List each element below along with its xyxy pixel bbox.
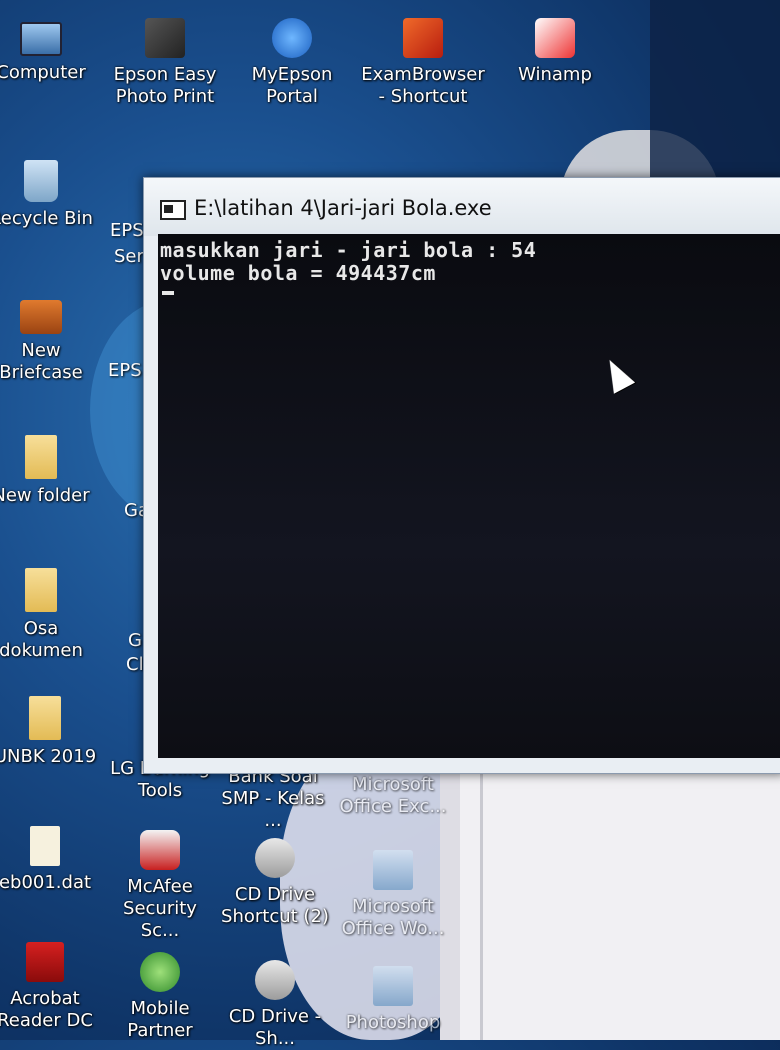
photoshop-icon	[373, 966, 413, 1006]
desktop-icon-computer[interactable]: Computer	[0, 22, 96, 84]
console-output-area[interactable]: masukkan jari - jari bola : 54 volume bo…	[158, 234, 780, 758]
desktop-icon-new-folder[interactable]: New folder	[0, 435, 96, 507]
desktop-icon-label: Winamp	[518, 64, 592, 85]
exambrowser-icon	[403, 18, 443, 58]
folder-icon	[25, 568, 57, 612]
epson-portal-icon	[272, 18, 312, 58]
desktop-icon-label: ExamBrowser - Shortcut	[361, 64, 485, 107]
folder-icon	[25, 435, 57, 479]
folder-icon	[29, 696, 61, 740]
desktop-icon-briefcase[interactable]: New Briefcase	[0, 300, 96, 384]
desktop-icon-office-word[interactable]: Microsoft Office Wo...	[338, 850, 448, 940]
desktop-icon-mobile-partner[interactable]: Mobile Partner	[105, 952, 215, 1042]
desktop-icon-label: CD Drive Shortcut (2)	[221, 884, 329, 927]
desktop-icon-label: Bank Soal SMP - Kelas ...	[221, 766, 325, 831]
desktop-icon-unbk-2019[interactable]: UNBK 2019	[0, 696, 100, 768]
window-titlebar[interactable]: E:\latihan 4\Jari-jari Bola.exe	[144, 178, 780, 236]
desktop-icon-label: Computer	[0, 62, 86, 83]
desktop-icon-recycle-bin[interactable]: Recycle Bin	[0, 160, 96, 230]
partial-icon-label: EPS	[108, 360, 142, 381]
file-icon	[30, 826, 60, 866]
background-window	[455, 760, 780, 1040]
desktop-icon-label: Mobile Partner	[127, 998, 193, 1041]
partial-icon-label: EPS	[110, 220, 144, 241]
desktop-icon-acrobat[interactable]: Acrobat Reader DC	[0, 942, 100, 1032]
console-app-icon[interactable]	[160, 200, 186, 220]
cd-drive-icon	[255, 838, 295, 878]
desktop-icon-label: UNBK 2019	[0, 746, 97, 767]
desktop-icon-myepson[interactable]: MyEpson Portal	[237, 18, 347, 108]
desktop-icon-label: New folder	[0, 485, 90, 506]
desktop-icon-label: MyEpson Portal	[251, 64, 333, 107]
acrobat-icon	[26, 942, 64, 982]
desktop-icon-cd-drive-shortcut[interactable]: CD Drive Shortcut (2)	[220, 838, 330, 928]
desktop-icon-osa-dokumen[interactable]: Osa dokumen	[0, 568, 96, 662]
desktop-icon-cd-drive[interactable]: CD Drive - Sh...	[220, 960, 330, 1050]
console-line-input: masukkan jari - jari bola : 54	[160, 238, 537, 262]
desktop-icon-label: Osa dokumen	[0, 618, 83, 661]
microsoft-office-icon	[373, 850, 413, 890]
console-window[interactable]: E:\latihan 4\Jari-jari Bola.exe masukkan…	[143, 177, 780, 774]
desktop-icon-epson-photo[interactable]: Epson Easy Photo Print	[110, 18, 220, 108]
desktop-icon-label: Recycle Bin	[0, 208, 93, 229]
desktop-icon-winamp[interactable]: Winamp	[500, 18, 610, 86]
epson-photo-icon	[145, 18, 185, 58]
desktop-icon-eb001[interactable]: eb001.dat	[0, 826, 100, 894]
mobile-partner-icon	[140, 952, 180, 992]
desktop-icon-exambrowser[interactable]: ExamBrowser - Shortcut	[358, 18, 488, 108]
partial-icon-label: Cl	[126, 654, 144, 675]
desktop-icon-label: eb001.dat	[0, 872, 92, 893]
winamp-icon	[535, 18, 575, 58]
briefcase-icon	[20, 300, 62, 334]
desktop-icon-label: Microsoft Office Wo...	[341, 896, 445, 939]
recycle-bin-icon	[24, 160, 58, 202]
desktop-icon-label: Epson Easy Photo Print	[113, 64, 217, 107]
desktop-icon-label: McAfee Security Sc...	[123, 876, 197, 941]
desktop-icon-label: Microsoft Office Exc...	[339, 774, 447, 817]
background-window-divider	[480, 760, 483, 1040]
mcafee-icon	[140, 830, 180, 870]
text-cursor	[162, 291, 174, 295]
computer-icon	[20, 22, 62, 56]
wallpaper-shape	[650, 0, 780, 180]
partial-icon-label: G	[128, 630, 142, 651]
cd-drive-icon	[255, 960, 295, 1000]
desktop-icon-photoshop[interactable]: Photoshop	[338, 966, 448, 1034]
desktop-icon-label: CD Drive - Sh...	[228, 1006, 322, 1049]
desktop-icon-label: New Briefcase	[0, 340, 83, 383]
window-title: E:\latihan 4\Jari-jari Bola.exe	[194, 196, 492, 220]
desktop-icon-label: Photoshop	[345, 1012, 441, 1033]
console-line-result: volume bola = 494437cm	[160, 261, 436, 285]
desktop-icon-label: Acrobat Reader DC	[0, 988, 93, 1031]
desktop-icon-mcafee[interactable]: McAfee Security Sc...	[105, 830, 215, 942]
